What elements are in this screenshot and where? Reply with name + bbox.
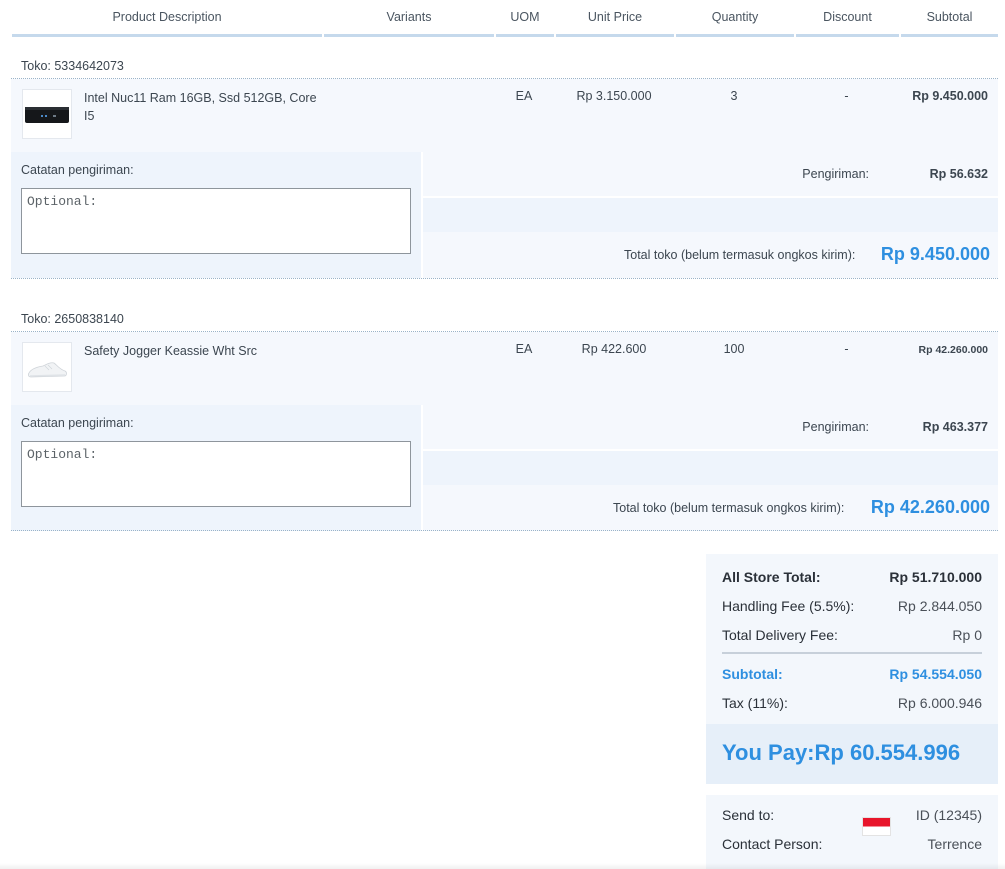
shipping-info-panel: Send to: ID (12345) Contact Person: Terr… (706, 795, 998, 869)
handling-fee-label: Handling Fee (5.5%): (722, 598, 855, 614)
delivery-notes-panel: Catatan pengiriman: (11, 152, 421, 278)
table-row: Intel Nuc11 Ram 16GB, Ssd 512GB, Core I5… (11, 79, 998, 152)
all-store-total-label: All Store Total: (722, 569, 821, 585)
shipping-label: Pengiriman: (802, 420, 869, 434)
quantity-value: 3 (730, 89, 738, 103)
handling-fee-value: Rp 2.844.050 (897, 598, 982, 614)
delivery-fee-row: Total Delivery Fee: Rp 0 (722, 627, 982, 643)
table-header: Product Description Variants UOM Unit Pr… (12, 0, 998, 38)
subtotal-value: Rp 42.260.000 (918, 344, 988, 356)
delivery-notes-label: Catatan pengiriman: (21, 163, 134, 177)
col-product-description: Product Description (12, 0, 322, 37)
delivery-notes-input[interactable] (21, 188, 411, 254)
send-to-row: Send to: ID (12345) (722, 807, 982, 836)
subtotal-value: Rp 9.450.000 (912, 89, 988, 103)
bottom-shadow (0, 863, 1005, 869)
divider (11, 278, 998, 279)
send-to-label: Send to: (722, 807, 775, 823)
store-total-row: Total toko (belum termasuk ongkos kirim)… (423, 485, 998, 531)
spacer-row (423, 198, 998, 232)
white-shoe-image[interactable] (22, 342, 72, 392)
all-store-total-value: Rp 51.710.000 (889, 569, 982, 585)
contact-person-row: Contact Person: Terrence (722, 836, 982, 852)
store-total-label: Total toko (belum termasuk ongkos kirim)… (613, 501, 845, 515)
delivery-fee-label: Total Delivery Fee: (722, 627, 838, 643)
all-store-total-row: All Store Total: Rp 51.710.000 (722, 569, 982, 585)
shipping-value: Rp 463.377 (922, 420, 988, 434)
send-to-value: ID (12345) (915, 807, 982, 823)
you-pay-panel: You Pay:Rp 60.554.996 (706, 724, 998, 784)
shipping-row: Pengiriman: Rp 463.377 (423, 405, 998, 449)
summary-separator (722, 652, 982, 654)
quantity-value: 100 (723, 342, 745, 356)
store-total-row: Total toko (belum termasuk ongkos kirim)… (423, 232, 998, 278)
store-total-value: Rp 42.260.000 (870, 497, 990, 517)
order-summary: All Store Total: Rp 51.710.000 Handling … (706, 554, 998, 724)
handling-fee-row: Handling Fee (5.5%): Rp 2.844.050 (722, 598, 982, 614)
uom-value: EA (515, 89, 533, 103)
you-pay-value: Rp 60.554.996 (814, 740, 961, 765)
spacer-row (423, 451, 998, 485)
delivery-fee-value: Rp 0 (952, 627, 982, 643)
delivery-notes-label: Catatan pengiriman: (21, 416, 134, 430)
tax-value: Rp 6.000.946 (897, 695, 982, 711)
contact-person-label: Contact Person: (722, 836, 823, 852)
you-pay-label: You Pay: (722, 740, 815, 765)
contact-person-value: Terrence (927, 836, 982, 852)
subtotal-label: Subtotal: (722, 666, 783, 682)
product-name[interactable]: Safety Jogger Keassie Wht Src (84, 342, 319, 360)
indonesia-flag-icon (862, 817, 891, 836)
divider (11, 530, 998, 531)
store-total-value: Rp 9.450.000 (880, 244, 990, 264)
delivery-notes-input[interactable] (21, 441, 411, 507)
unit-price-value: Rp 3.150.000 (576, 89, 652, 103)
discount-value: - (844, 342, 849, 356)
table-row: Safety Jogger Keassie Wht Src EA Rp 422.… (11, 332, 998, 405)
shipping-value: Rp 56.632 (929, 167, 988, 181)
you-pay-total: You Pay:Rp 60.554.996 (722, 740, 960, 766)
uom-value: EA (515, 342, 533, 356)
col-variants: Variants (324, 0, 494, 37)
subtotal-row: Subtotal: Rp 54.554.050 (722, 666, 982, 682)
col-uom: UOM (496, 0, 554, 37)
store-label: Toko: 2650838140 (21, 312, 124, 326)
tax-row: Tax (11%): Rp 6.000.946 (722, 695, 982, 711)
mini-pc-image[interactable] (22, 89, 72, 139)
shipping-label: Pengiriman: (802, 167, 869, 181)
delivery-notes-panel: Catatan pengiriman: (11, 405, 421, 531)
product-name[interactable]: Intel Nuc11 Ram 16GB, Ssd 512GB, Core I5 (84, 89, 319, 125)
col-unit-price: Unit Price (556, 0, 674, 37)
subtotal-summary-value: Rp 54.554.050 (889, 666, 982, 682)
col-discount: Discount (796, 0, 899, 37)
col-quantity: Quantity (676, 0, 794, 37)
shipping-row: Pengiriman: Rp 56.632 (423, 152, 998, 196)
unit-price-value: Rp 422.600 (581, 342, 647, 356)
discount-value: - (844, 89, 849, 103)
tax-label: Tax (11%): (722, 695, 788, 711)
store-label: Toko: 5334642073 (21, 59, 124, 73)
store-total-label: Total toko (belum termasuk ongkos kirim)… (624, 248, 856, 262)
col-subtotal: Subtotal (901, 0, 998, 37)
